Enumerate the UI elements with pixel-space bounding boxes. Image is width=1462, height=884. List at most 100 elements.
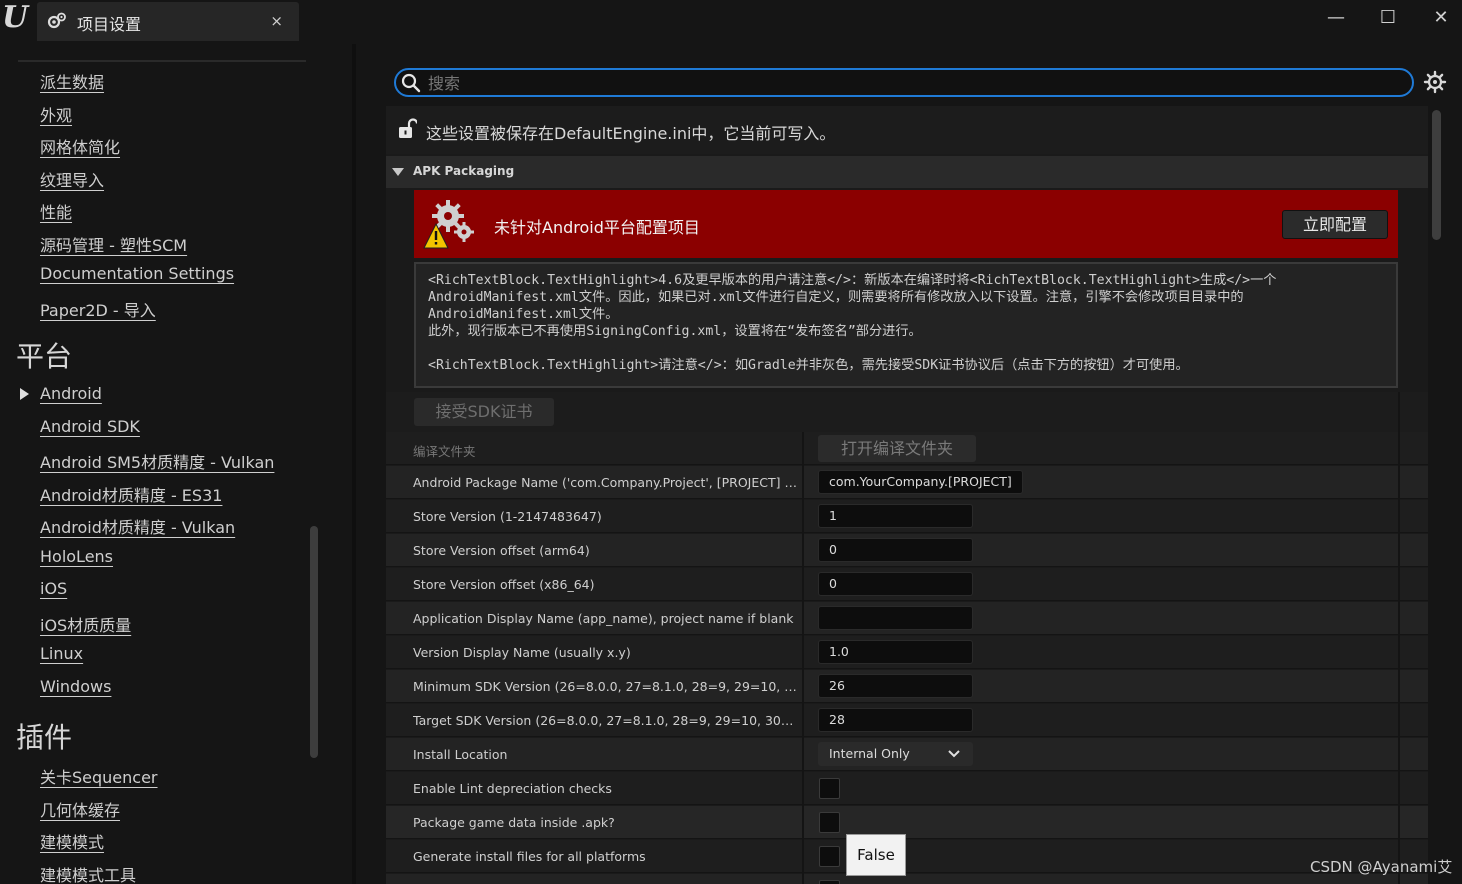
sidebar-item-source-control[interactable]: 源码管理 - 塑性SCM bbox=[40, 232, 187, 256]
expand-arrow-icon bbox=[392, 168, 404, 176]
search-icon bbox=[401, 73, 421, 93]
search-box[interactable] bbox=[394, 68, 1414, 97]
settings-panel: 这些设置被保存在DefaultEngine.ini中，它当前可写入。 APK P… bbox=[386, 106, 1428, 884]
alert-message: 未针对Android平台配置项目 bbox=[494, 214, 700, 238]
app-display-name-label: Application Display Name (app_name), pro… bbox=[413, 611, 794, 626]
minimize-button[interactable]: — bbox=[1323, 6, 1349, 32]
min-sdk-field[interactable]: 26 bbox=[818, 674, 973, 698]
sidebar-item-appearance[interactable]: 外观 bbox=[40, 102, 72, 126]
configure-now-button[interactable]: 立即配置 bbox=[1282, 210, 1388, 239]
package-game-data-label: Package game data inside .apk? bbox=[413, 815, 615, 830]
tab-close-button[interactable]: × bbox=[270, 12, 283, 30]
sidebar-scrollbar[interactable] bbox=[310, 526, 318, 758]
generate-install-files-checkbox[interactable] bbox=[819, 846, 840, 867]
category-title: APK Packaging bbox=[413, 164, 514, 178]
config-info-bar: 这些设置被保存在DefaultEngine.ini中，它当前可写入。 bbox=[386, 106, 1428, 154]
row-install-location: Install Location Internal Only bbox=[386, 738, 1428, 771]
version-display-name-label: Version Display Name (usually x.y) bbox=[413, 645, 631, 660]
row-min-sdk: Minimum SDK Version (26=8.0.0, 27=8.1.0,… bbox=[386, 670, 1428, 703]
sidebar-item-modeling-tools[interactable]: 建模模式工具 bbox=[40, 862, 136, 884]
column-divider-right bbox=[1398, 392, 1400, 884]
sidebar-item-windows[interactable]: Windows bbox=[40, 677, 111, 696]
sidebar-section-plugins: 插件 bbox=[16, 716, 72, 756]
chevron-down-icon bbox=[948, 749, 960, 759]
store-version-arm64-field[interactable]: 0 bbox=[818, 538, 973, 562]
row-lint-checks: Enable Lint depreciation checks bbox=[386, 772, 1428, 805]
splitter[interactable] bbox=[352, 44, 356, 884]
next-row-checkbox[interactable] bbox=[819, 880, 840, 884]
sidebar-item-paper2d-import[interactable]: Paper2D - 导入 bbox=[40, 297, 156, 321]
unlock-icon bbox=[397, 118, 417, 140]
store-version-label: Store Version (1-2147483647) bbox=[413, 509, 602, 524]
install-location-label: Install Location bbox=[413, 747, 507, 762]
install-location-dropdown[interactable]: Internal Only bbox=[818, 742, 973, 766]
accept-sdk-license-button[interactable]: 接受SDK证书 bbox=[414, 398, 554, 426]
sidebar-item-android-sm5-vulkan[interactable]: Android SM5材质精度 - Vulkan bbox=[40, 449, 274, 473]
open-build-folder-button[interactable]: 打开编译文件夹 bbox=[818, 435, 976, 462]
row-version-display-name: Version Display Name (usually x.y) 1.0 bbox=[386, 636, 1428, 669]
sidebar-item-geometry-cache[interactable]: 几何体缓存 bbox=[40, 797, 120, 821]
category-apk-packaging[interactable]: APK Packaging bbox=[386, 156, 1428, 188]
sidebar-item-android-es31[interactable]: Android材质精度 - ES31 bbox=[40, 482, 222, 506]
manifest-note: <RichTextBlock.TextHighlight>4.6及更早版本的用户… bbox=[414, 262, 1398, 388]
sidebar-item-mesh-simplification[interactable]: 网格体简化 bbox=[40, 134, 120, 158]
search-input[interactable] bbox=[428, 72, 1388, 94]
store-version-arm64-label: Store Version offset (arm64) bbox=[413, 543, 590, 558]
generate-install-files-label: Generate install files for all platforms bbox=[413, 849, 646, 864]
title-bar: U 项目设置 × — ☐ ✕ bbox=[0, 0, 1462, 44]
row-package-game-data: Package game data inside .apk? bbox=[386, 806, 1428, 839]
sidebar-item-hololens[interactable]: HoloLens bbox=[40, 547, 113, 566]
sidebar-item-derived-data[interactable]: 派生数据 bbox=[40, 69, 104, 93]
sidebar-item-android-vulkan[interactable]: Android材质精度 - Vulkan bbox=[40, 514, 235, 538]
settings-tab-icon bbox=[47, 11, 67, 31]
panel-scrollbar[interactable] bbox=[1432, 110, 1441, 240]
config-info-text: 这些设置被保存在DefaultEngine.ini中，它当前可写入。 bbox=[426, 120, 835, 144]
gear-icon[interactable] bbox=[1423, 70, 1447, 94]
store-version-x86-field[interactable]: 0 bbox=[818, 572, 973, 596]
target-sdk-label: Target SDK Version (26=8.0.0, 27=8.1.0, … bbox=[413, 713, 799, 728]
row-store-version: Store Version (1-2147483647) 1 bbox=[386, 500, 1428, 533]
lint-checks-checkbox[interactable] bbox=[819, 778, 840, 799]
window-close-button[interactable]: ✕ bbox=[1428, 6, 1454, 32]
sidebar-item-ios-material-quality[interactable]: iOS材质质量 bbox=[40, 612, 131, 636]
row-generate-install-files: Generate install files for all platforms bbox=[386, 840, 1428, 873]
maximize-button[interactable]: ☐ bbox=[1375, 6, 1401, 32]
row-target-sdk: Target SDK Version (26=8.0.0, 27=8.1.0, … bbox=[386, 704, 1428, 737]
sidebar-item-level-sequencer[interactable]: 关卡Sequencer bbox=[40, 764, 158, 788]
version-display-name-field[interactable]: 1.0 bbox=[818, 640, 973, 664]
sidebar-item-android-sdk[interactable]: Android SDK bbox=[40, 417, 140, 436]
min-sdk-label: Minimum SDK Version (26=8.0.0, 27=8.1.0,… bbox=[413, 679, 799, 694]
row-next-cutoff bbox=[386, 874, 1428, 884]
package-game-data-checkbox[interactable] bbox=[819, 812, 840, 833]
settings-sidebar: 派生数据 外观 网格体简化 纹理导入 性能 源码管理 - 塑性SCM Docum… bbox=[0, 44, 352, 884]
target-sdk-field[interactable]: 28 bbox=[818, 708, 973, 732]
platform-not-configured-alert: 未针对Android平台配置项目 立即配置 bbox=[414, 190, 1398, 258]
row-app-display-name: Application Display Name (app_name), pro… bbox=[386, 602, 1428, 635]
sidebar-separator bbox=[18, 60, 306, 62]
tab-project-settings[interactable]: 项目设置 × bbox=[37, 2, 299, 41]
sidebar-item-ios[interactable]: iOS bbox=[40, 579, 67, 598]
sidebar-item-modeling-mode[interactable]: 建模模式 bbox=[40, 829, 104, 853]
lint-checks-label: Enable Lint depreciation checks bbox=[413, 781, 612, 796]
package-name-label: Android Package Name ('com.Company.Proje… bbox=[413, 475, 799, 490]
sidebar-item-performance[interactable]: 性能 bbox=[40, 199, 72, 223]
value-tooltip: False bbox=[846, 834, 906, 876]
row-store-version-x86: Store Version offset (x86_64) 0 bbox=[386, 568, 1428, 601]
install-location-value: Internal Only bbox=[829, 746, 910, 761]
package-name-field[interactable]: com.YourCompany.[PROJECT] bbox=[818, 470, 1023, 494]
sidebar-item-linux[interactable]: Linux bbox=[40, 644, 83, 663]
column-divider[interactable] bbox=[802, 432, 804, 884]
store-version-field[interactable]: 1 bbox=[818, 504, 973, 528]
app-display-name-field[interactable] bbox=[818, 606, 973, 630]
row-package-name: Android Package Name ('com.Company.Proje… bbox=[386, 466, 1428, 499]
unreal-logo-icon[interactable]: U bbox=[2, 2, 34, 36]
row-build-folder: 编译文件夹 打开编译文件夹 bbox=[386, 432, 1428, 465]
selected-arrow-icon bbox=[20, 388, 29, 400]
warning-gears-icon bbox=[422, 196, 476, 252]
sidebar-section-platform: 平台 bbox=[16, 335, 72, 375]
sidebar-item-android[interactable]: Android bbox=[40, 384, 102, 403]
sidebar-item-texture-import[interactable]: 纹理导入 bbox=[40, 167, 104, 191]
sidebar-item-documentation-settings[interactable]: Documentation Settings bbox=[40, 264, 234, 283]
row-store-version-arm64: Store Version offset (arm64) 0 bbox=[386, 534, 1428, 567]
watermark-text: CSDN @Ayanami艾 bbox=[1310, 856, 1452, 877]
